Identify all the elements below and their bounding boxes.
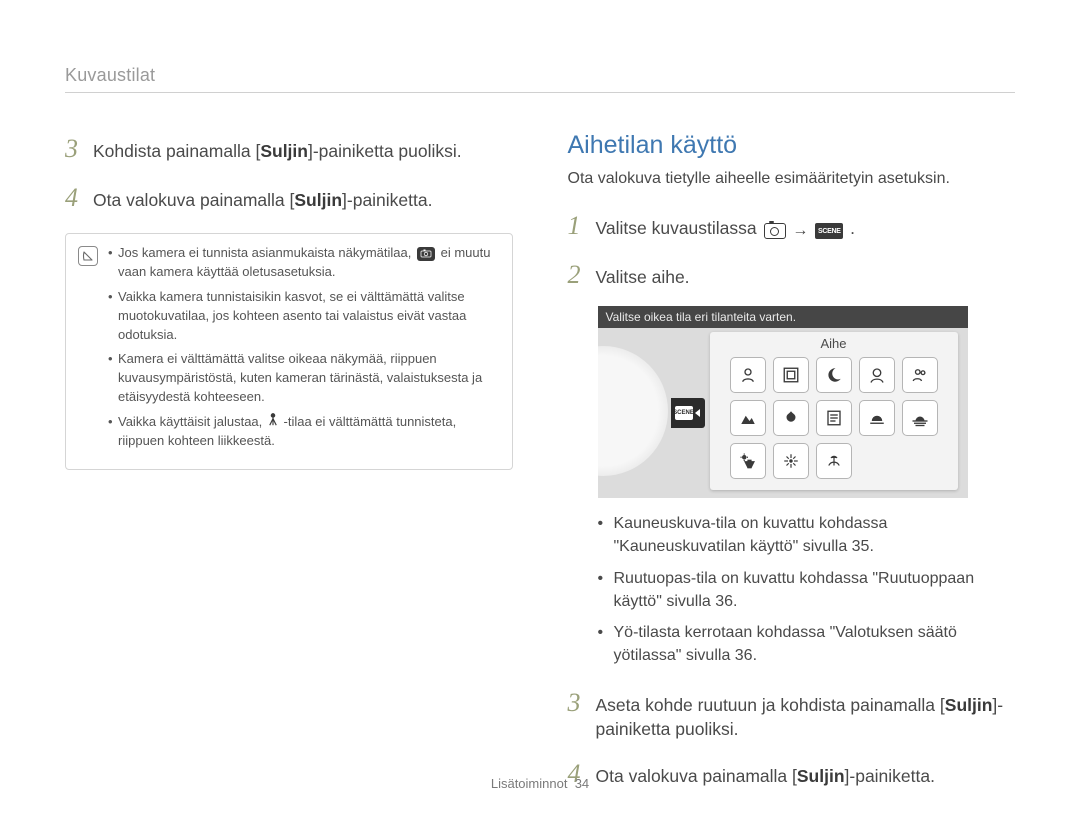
scene-mode-icon: SCENE	[815, 223, 843, 239]
scene-mode-tab-label: SCENE	[675, 406, 693, 420]
step-number: 1	[568, 208, 586, 243]
scene-selector-screenshot: Valitse oikea tila eri tilanteita varten…	[598, 306, 968, 498]
step-4-left: 4 Ota valokuva painamalla [Suljin]-paini…	[65, 180, 513, 215]
note-box: Jos kamera ei tunnista asianmukaista näk…	[65, 233, 513, 470]
note-item: Kauneuskuva-tila on kuvattu kohdassa "Ka…	[598, 512, 1016, 558]
arrow-icon: →	[792, 222, 808, 239]
scene-option-frame-guide	[773, 357, 809, 393]
step-3-right: 3 Aseta kohde ruutuun ja kohdista painam…	[568, 685, 1016, 741]
left-column: 3 Kohdista painamalla [Suljin]-painikett…	[65, 131, 513, 805]
camera-icon	[764, 223, 786, 239]
step-number: 3	[65, 131, 83, 166]
step-text: Aseta kohde ruutuun ja kohdista painamal…	[596, 694, 1016, 741]
scene-mode-tab: SCENE	[671, 398, 705, 428]
scene-card-title: Aihe	[710, 332, 958, 357]
scene-option-portrait	[859, 357, 895, 393]
note-item: Jos kamera ei tunnista asianmukaista näk…	[108, 244, 500, 282]
scene-option-backlight	[730, 443, 766, 479]
scene-body: SCENE Aihe	[598, 328, 968, 498]
step-2-right: 2 Valitse aihe.	[568, 257, 1016, 292]
scene-option-fireworks	[773, 443, 809, 479]
scene-option-sunset	[859, 400, 895, 436]
lens-graphic	[598, 346, 668, 476]
step-number: 3	[568, 685, 586, 720]
step-text: Valitse aihe.	[596, 266, 690, 290]
scene-option-beach-snow	[816, 443, 852, 479]
note-item: Kamera ei välttämättä valitse oikeaa näk…	[108, 350, 500, 407]
two-column-layout: 3 Kohdista painamalla [Suljin]-painikett…	[65, 131, 1015, 805]
note-item: Yö-tilasta kerrotaan kohdassa "Valotukse…	[598, 621, 1016, 667]
scene-option-children	[902, 357, 938, 393]
smart-mode-icon	[417, 247, 435, 261]
note-item: Vaikka kamera tunnistaisikin kasvot, se …	[108, 288, 500, 345]
footer-page-number: 34	[575, 776, 589, 791]
scene-option-night	[816, 357, 852, 393]
section-title: Kuvaustilat	[65, 65, 1015, 93]
step-3-left: 3 Kohdista painamalla [Suljin]-painikett…	[65, 131, 513, 166]
step-text: Kohdista painamalla [Suljin]-painiketta …	[93, 140, 462, 164]
chevron-left-icon	[695, 409, 700, 417]
note-item: Vaikka käyttäisit jalustaa, -tilaa ei vä…	[108, 413, 500, 451]
scene-caption: Valitse oikea tila eri tilanteita varten…	[598, 306, 968, 328]
scene-option-closeup	[773, 400, 809, 436]
step-1-right: 1 Valitse kuvaustilassa → SCENE .	[568, 208, 1016, 243]
right-column: Aihetilan käyttö Ota valokuva tietylle a…	[568, 131, 1016, 805]
step-number: 4	[65, 180, 83, 215]
scene-option-text	[816, 400, 852, 436]
footer-label: Lisätoiminnot	[491, 776, 568, 791]
note-icon	[78, 246, 98, 266]
note-item: Ruutuopas-tila on kuvattu kohdassa "Ruut…	[598, 567, 1016, 613]
step-number: 2	[568, 257, 586, 292]
scene-card: Aihe	[710, 332, 958, 490]
topic-heading: Aihetilan käyttö	[568, 131, 1016, 160]
page-footer: Lisätoiminnot 34	[0, 776, 1080, 791]
note-list: Jos kamera ei tunnista asianmukaista näk…	[108, 244, 500, 457]
step-text: Ota valokuva painamalla [Suljin]-painike…	[93, 189, 432, 213]
scene-option-landscape	[730, 400, 766, 436]
scene-grid	[710, 357, 958, 479]
notes-list: Kauneuskuva-tila on kuvattu kohdassa "Ka…	[598, 512, 1016, 667]
scene-option-beauty	[730, 357, 766, 393]
step-text: Valitse kuvaustilassa → SCENE .	[596, 217, 856, 241]
manual-page: Kuvaustilat 3 Kohdista painamalla [Sulji…	[0, 0, 1080, 815]
tripod-icon	[268, 413, 278, 432]
topic-intro: Ota valokuva tietylle aiheelle esimäärit…	[568, 170, 1016, 188]
scene-option-dawn	[902, 400, 938, 436]
